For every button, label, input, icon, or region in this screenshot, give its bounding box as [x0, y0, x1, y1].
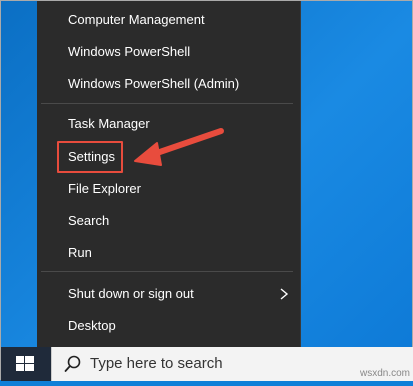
menu-divider	[41, 271, 293, 272]
annotation-arrow-icon	[134, 128, 224, 166]
menu-item-label: Windows PowerShell	[68, 44, 191, 59]
menu-item-computer-management[interactable]: Computer Management	[37, 5, 301, 35]
taskbar-search-box[interactable]: Type here to search wsxdn.com	[51, 347, 413, 381]
windows-logo-icon	[16, 356, 34, 371]
menu-item-search[interactable]: Search	[37, 206, 301, 236]
magnifier-icon	[64, 355, 81, 372]
start-button[interactable]	[1, 347, 51, 381]
menu-divider	[41, 103, 293, 104]
taskbar: Type here to search wsxdn.com	[1, 347, 413, 381]
settings-highlight-box	[57, 141, 123, 173]
menu-item-label: Windows PowerShell (Admin)	[68, 76, 240, 91]
menu-item-windows-powershell-admin[interactable]: Windows PowerShell (Admin)	[37, 69, 301, 99]
menu-item-shut-down[interactable]: Shut down or sign out	[37, 279, 301, 309]
menu-item-run[interactable]: Run	[37, 238, 301, 268]
menu-item-label: Desktop	[68, 318, 116, 333]
menu-item-windows-powershell[interactable]: Windows PowerShell	[37, 37, 301, 67]
menu-item-label: Run	[68, 245, 92, 260]
menu-item-label: Shut down or sign out	[68, 286, 194, 301]
chevron-right-icon	[280, 288, 289, 300]
menu-item-label: File Explorer	[68, 181, 141, 196]
search-placeholder: Type here to search	[90, 355, 223, 372]
watermark-text: wsxdn.com	[359, 368, 410, 379]
desktop-background: Computer Management Windows PowerShell W…	[0, 0, 413, 381]
menu-item-desktop[interactable]: Desktop	[37, 311, 301, 341]
menu-item-label: Search	[68, 213, 110, 228]
menu-item-label: Computer Management	[68, 12, 205, 27]
